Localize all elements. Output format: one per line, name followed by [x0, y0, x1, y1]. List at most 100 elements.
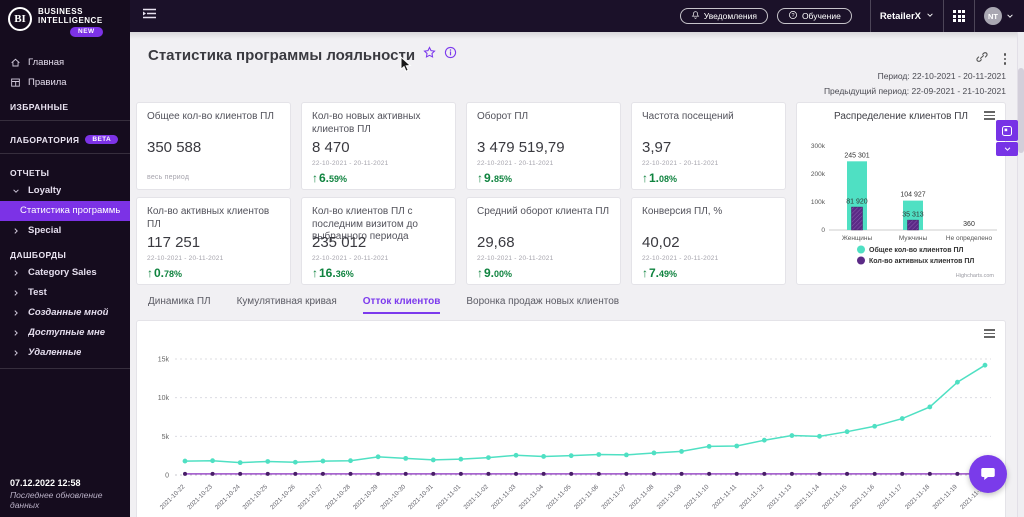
- kpi-card-title: Средний оборот клиента ПЛ: [477, 206, 610, 231]
- kpi-card-value: 235 012: [312, 234, 445, 251]
- sidebar-item[interactable]: Главная: [0, 53, 130, 73]
- svg-text:15k: 15k: [158, 357, 170, 364]
- chevron-right-icon: [10, 225, 21, 236]
- sidebar-item[interactable]: Special: [0, 221, 130, 241]
- delta-value: 7.: [649, 266, 659, 280]
- workspace-selector[interactable]: RetailerX: [880, 11, 934, 22]
- svg-text:2021-11-11: 2021-11-11: [711, 483, 738, 510]
- sidebar-section-label: ИЗБРАННЫЕ: [10, 102, 68, 112]
- svg-text:Кол-во активных клиентов ПЛ: Кол-во активных клиентов ПЛ: [869, 258, 974, 265]
- training-label: Обучение: [802, 11, 841, 21]
- bullet-space: [10, 205, 13, 216]
- sidebar-item-label: Статистика программы ло...: [20, 205, 120, 216]
- kpi-card: Оборот ПЛ3 479 519,7922-10-2021 - 20-11-…: [466, 102, 621, 190]
- svg-text:2021-10-28: 2021-10-28: [324, 483, 352, 511]
- svg-text:2021-11-08: 2021-11-08: [628, 483, 656, 511]
- user-menu[interactable]: NT: [984, 7, 1014, 25]
- delta-up-arrow-icon: ↑: [642, 266, 648, 280]
- chevron-down-icon: [10, 185, 21, 196]
- delta-value: 6.: [319, 171, 329, 185]
- training-button[interactable]: ? Обучение: [777, 8, 852, 24]
- svg-text:2021-11-14: 2021-11-14: [793, 483, 821, 511]
- topbar-divider: [870, 0, 871, 32]
- kpi-card-delta: ↑0.78%: [147, 266, 280, 280]
- favorite-star-icon[interactable]: [423, 46, 436, 64]
- kebab-menu-icon[interactable]: [1004, 53, 1007, 65]
- sidebar-item[interactable]: Удаленные: [0, 343, 130, 363]
- home-icon: [10, 57, 21, 68]
- svg-text:2021-11-04: 2021-11-04: [518, 483, 546, 511]
- sidebar-footer: 07.12.2022 12:58 Последнее обновление да…: [10, 478, 130, 510]
- svg-text:0: 0: [821, 227, 825, 234]
- sidebar-item-label: Test: [28, 287, 47, 298]
- sidebar-item[interactable]: Loyalty: [0, 181, 130, 201]
- kpi-card: Кол-во активных клиентов ПЛ117 25122-10-…: [136, 197, 291, 285]
- workspace-name: RetailerX: [880, 11, 921, 22]
- sidebar-item[interactable]: Правила: [0, 73, 130, 93]
- sidebar-item[interactable]: Статистика программы ло...: [0, 201, 130, 221]
- sidebar-section: ДАШБОРДЫ: [0, 241, 130, 263]
- kpi-card-delta: ↑9.85%: [477, 171, 610, 185]
- bar-chart-legend[interactable]: Общее кол-во клиентов ПЛКол-во активных …: [857, 246, 974, 266]
- kpi-card-period: 22-10-2021 - 20-11-2021: [312, 160, 445, 167]
- apps-grid-icon[interactable]: [953, 10, 965, 22]
- logo-text: BI: [14, 13, 26, 25]
- sidebar-section-label: ЛАБОРАТОРИЯ: [10, 135, 79, 145]
- svg-text:2021-11-02: 2021-11-02: [462, 483, 490, 511]
- mouse-cursor: [400, 56, 413, 78]
- kpi-card-period: весь период: [147, 174, 280, 181]
- kpi-card-title: Частота посещений: [642, 111, 775, 136]
- tab[interactable]: Кумулятивная кривая: [237, 296, 337, 314]
- svg-text:2021-11-13: 2021-11-13: [766, 483, 794, 511]
- sidebar-item[interactable]: Category Sales: [0, 263, 130, 283]
- line-chart-card: 05k10k15k2021-10-222021-10-232021-10-242…: [136, 320, 1006, 517]
- widget-panel-button[interactable]: [996, 120, 1018, 141]
- kpi-card-period: 22-10-2021 - 20-11-2021: [312, 255, 445, 262]
- chat-fab-button[interactable]: [969, 455, 1007, 493]
- chevron-right-icon: [10, 267, 21, 278]
- kpi-card-value: 3,97: [642, 139, 775, 156]
- sidebar-item[interactable]: Созданные мной: [0, 303, 130, 323]
- svg-text:2021-10-29: 2021-10-29: [352, 483, 380, 511]
- svg-text:360: 360: [963, 221, 975, 228]
- sidebar-item[interactable]: Test: [0, 283, 130, 303]
- credits: Highcharts.com: [956, 273, 995, 279]
- kpi-card-delta: ↑9.00%: [477, 266, 610, 280]
- sidebar-nav: ГлавнаяПравилаИЗБРАННЫЕЛАБОРАТОРИЯBETAОТ…: [0, 41, 130, 369]
- svg-text:81 920: 81 920: [846, 199, 868, 206]
- tab[interactable]: Динамика ПЛ: [148, 296, 211, 314]
- info-icon[interactable]: [444, 46, 457, 64]
- sidebar-item[interactable]: Доступные мне: [0, 323, 130, 343]
- scrollbar[interactable]: [1017, 32, 1024, 517]
- sidebar-section: ИЗБРАННЫЕ: [0, 93, 130, 115]
- svg-text:2021-10-30: 2021-10-30: [379, 483, 407, 511]
- sidebar-item-label: Category Sales: [28, 267, 97, 278]
- brand-line2: INTELLIGENCE: [38, 16, 103, 25]
- chat-icon: [979, 465, 997, 483]
- new-badge: NEW: [70, 27, 103, 36]
- beta-badge: BETA: [85, 135, 118, 144]
- svg-text:10k: 10k: [158, 395, 170, 402]
- scrollbar-thumb[interactable]: [1018, 68, 1024, 153]
- chevron-right-icon: [10, 347, 21, 358]
- collapse-menu-icon[interactable]: [142, 7, 157, 25]
- svg-text:2021-11-19: 2021-11-19: [931, 483, 959, 511]
- line-chart: 05k10k15k2021-10-222021-10-232021-10-242…: [145, 335, 999, 515]
- tab[interactable]: Отток клиентов: [363, 296, 441, 314]
- chart-context-menu-icon[interactable]: [984, 111, 995, 120]
- svg-text:2021-11-18: 2021-11-18: [904, 483, 932, 511]
- svg-text:2021-11-06: 2021-11-06: [573, 483, 601, 511]
- svg-text:104 927: 104 927: [900, 192, 925, 199]
- kpi-card-delta: ↑16.36%: [312, 266, 445, 280]
- notifications-button[interactable]: Уведомления: [680, 8, 768, 24]
- tab[interactable]: Воронка продаж новых клиентов: [466, 296, 619, 314]
- kpi-card-value: 8 470: [312, 139, 445, 156]
- chart-context-menu-icon[interactable]: [984, 329, 995, 338]
- share-link-icon[interactable]: [976, 50, 988, 68]
- line-series-clients: [183, 363, 988, 465]
- collapse-panel-button[interactable]: [996, 142, 1018, 156]
- svg-text:2021-11-16: 2021-11-16: [849, 483, 877, 511]
- delta-value-frac: 59%: [329, 174, 347, 184]
- chevron-down-icon: [1006, 7, 1014, 25]
- delta-up-arrow-icon: ↑: [477, 266, 483, 280]
